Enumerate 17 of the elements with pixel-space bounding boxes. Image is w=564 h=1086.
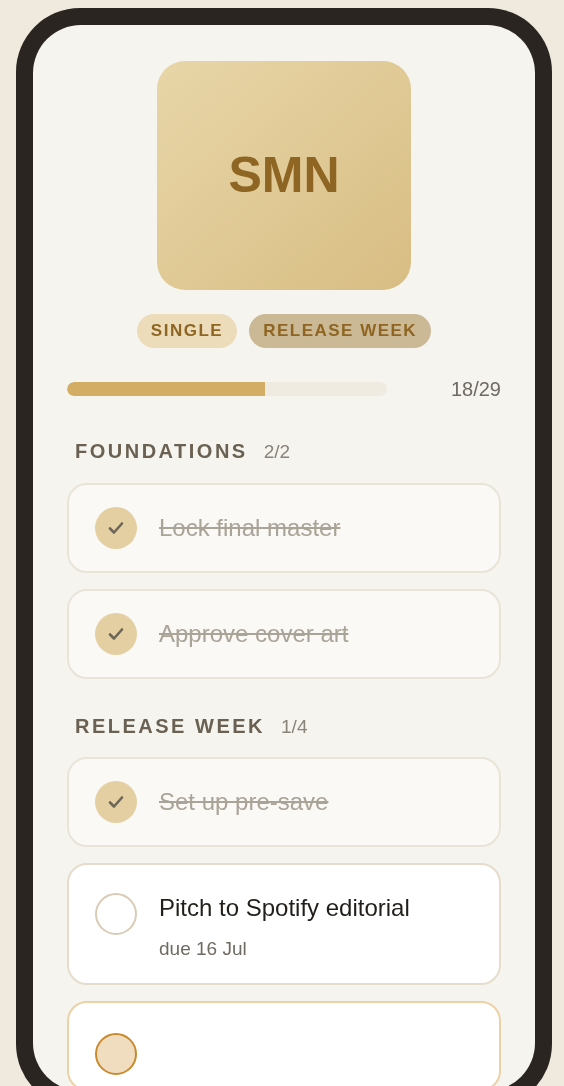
task-title: Approve cover art (159, 618, 349, 649)
tag-chip[interactable]: SINGLE (136, 314, 238, 348)
task-title: Lock final master (159, 512, 341, 543)
progress-count: 18/29 (450, 377, 501, 402)
task-card[interactable]: Lock final master (67, 482, 501, 573)
section-count: 2/2 (263, 440, 291, 464)
task-card[interactable]: Set up pre-save (67, 757, 501, 847)
task-title: Pitch to Spotify editorial (159, 893, 410, 923)
task-card[interactable]: Approve cover art (67, 588, 501, 679)
cover-initials: SMN (228, 146, 340, 205)
task-card[interactable]: Pitch to Spotify editorial due 16 Jul (67, 863, 501, 985)
section-count: 1/4 (281, 714, 308, 739)
section-title: RELEASE WEEK (75, 713, 266, 739)
due-date: due 16 Jul (159, 937, 248, 961)
tag-chip[interactable]: RELEASE WEEK (249, 314, 432, 348)
task-title: Set up pre-save (159, 787, 329, 817)
section-title: FOUNDATIONS (75, 439, 248, 464)
